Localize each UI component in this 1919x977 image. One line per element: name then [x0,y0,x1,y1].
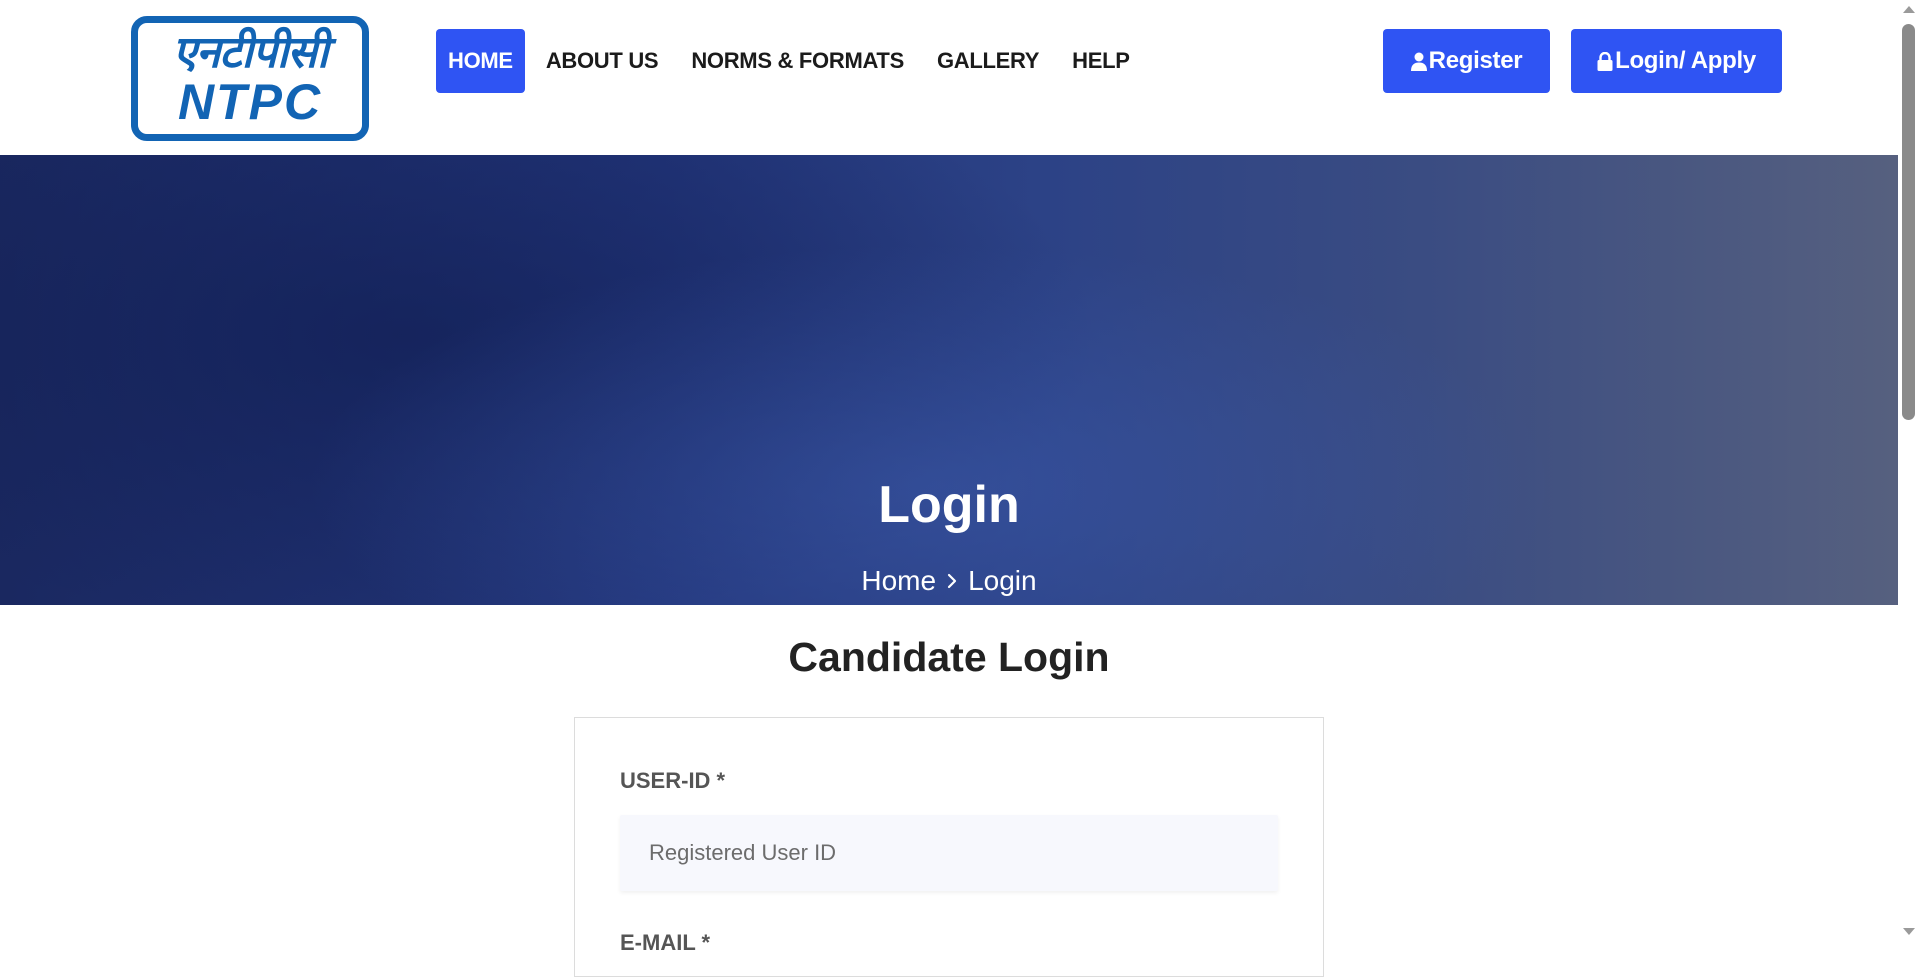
breadcrumb: Home Login [0,565,1898,597]
register-button-label: Register [1428,47,1523,74]
email-label: E-MAIL * [620,930,711,955]
page-scrollbar[interactable] [1898,0,1919,941]
scroll-down-arrow-icon[interactable] [1903,928,1915,935]
login-apply-button-label: Login/ Apply [1615,47,1756,74]
site-header: एनटीपीसी NTPC HOME ABOUT US NORMS & FORM… [0,0,1898,155]
ntpc-logo[interactable]: एनटीपीसी NTPC [131,16,369,141]
candidate-login-heading: Candidate Login [788,634,1110,680]
scrollbar-thumb[interactable] [1902,24,1915,420]
page-title: Login [878,476,1020,534]
nav-item-norms-formats[interactable]: NORMS & FORMATS [679,29,916,93]
nav-item-help[interactable]: HELP [1060,29,1141,93]
user-icon [1410,52,1427,71]
logo-english-text: NTPC [177,73,323,130]
breadcrumb-home-link[interactable]: Home [861,565,936,597]
nav-item-gallery[interactable]: GALLERY [925,29,1051,93]
chevron-right-icon [946,572,958,590]
login-form-card: USER-ID * E-MAIL * [574,717,1324,977]
lock-icon [1597,51,1613,71]
hero-banner: Login Home Login [0,155,1898,605]
userid-label: USER-ID * [620,768,726,793]
nav-item-about-us[interactable]: ABOUT US [534,29,671,93]
login-apply-button[interactable]: Login/ Apply [1571,29,1782,93]
logo-hindi-text: एनटीपीसी [172,26,329,78]
breadcrumb-current: Login [968,565,1037,596]
userid-input[interactable] [620,815,1278,891]
nav-item-home[interactable]: HOME [436,29,525,93]
scroll-up-arrow-icon[interactable] [1903,6,1915,13]
register-button[interactable]: Register [1383,29,1550,93]
main-nav: HOME ABOUT US NORMS & FORMATS GALLERY HE… [436,29,1151,93]
